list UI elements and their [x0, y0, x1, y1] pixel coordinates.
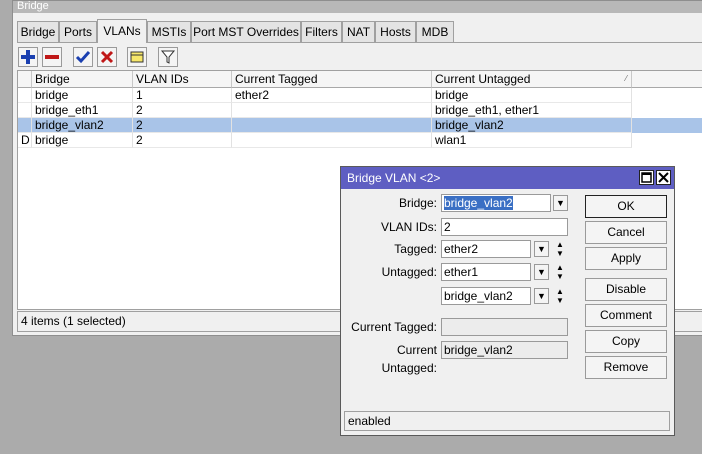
dialog-title: Bridge VLAN <2> — [347, 171, 441, 185]
untagged-select-2[interactable]: bridge_vlan2 — [441, 287, 531, 305]
remove-button[interactable]: Remove — [585, 356, 667, 379]
row-flag — [18, 103, 32, 118]
cell-vlan-ids: 1 — [133, 88, 232, 103]
vlan-ids-label: VLAN IDs: — [380, 220, 437, 234]
chevron-down-icon: ▼ — [537, 267, 546, 277]
cell-bridge: bridge — [32, 88, 133, 103]
comment-button[interactable]: Comment — [585, 304, 667, 327]
tagged-select[interactable]: ether2 — [441, 240, 531, 258]
tab-filters[interactable]: Filters — [301, 21, 342, 43]
filter-funnel-icon — [160, 50, 176, 64]
column-header-vlan-ids[interactable]: VLAN IDs — [133, 71, 232, 88]
cell-bridge: bridge_eth1 — [32, 103, 133, 118]
flag-column-header[interactable] — [18, 71, 32, 88]
cell-bridge: bridge_vlan2 — [32, 118, 133, 133]
window-title: Bridge — [13, 1, 702, 13]
row-flag: D — [18, 133, 32, 148]
chevron-down-icon: ▼ — [537, 244, 546, 254]
up-down-arrows-icon: ▲ ▼ — [556, 287, 564, 305]
tagged-label: Tagged: — [394, 242, 437, 256]
cancel-button[interactable]: Cancel — [585, 221, 667, 244]
cell-current-untagged: bridge_vlan2 — [432, 118, 632, 133]
enable-button[interactable] — [73, 47, 93, 67]
comment-note-icon — [130, 51, 144, 63]
add-icon — [21, 50, 35, 64]
untagged-label: Untagged: — [381, 265, 437, 279]
filter-button[interactable] — [158, 47, 178, 67]
tab-port-mst-overrides[interactable]: Port MST Overrides — [191, 21, 301, 43]
tab-bridge[interactable]: Bridge — [17, 21, 59, 43]
disable-x-icon — [100, 50, 114, 64]
maximize-button[interactable] — [639, 170, 654, 185]
untagged-2-dropdown-button[interactable]: ▼ — [534, 288, 549, 304]
cell-current-untagged: bridge — [432, 88, 632, 103]
add-button[interactable] — [18, 47, 38, 67]
column-header-current-untagged-label: Current Untagged — [435, 72, 531, 86]
bridge-label: Bridge: — [398, 196, 437, 210]
column-header-empty — [632, 71, 702, 88]
column-menu-icon: ⁄ — [625, 74, 627, 83]
table-row[interactable]: D bridge 2 wlan1 — [18, 133, 702, 148]
current-untagged-label: Current Untagged: — [381, 343, 437, 375]
enable-check-icon — [75, 51, 91, 64]
dialog-titlebar: Bridge VLAN <2> — [341, 167, 674, 189]
table-row-selected[interactable]: bridge_vlan2 2 bridge_vlan2 — [18, 118, 702, 133]
row-flag — [18, 118, 32, 133]
row-flag — [18, 88, 32, 103]
current-untagged-value: bridge_vlan2 — [441, 341, 568, 359]
cell-current-tagged — [232, 118, 432, 133]
bridge-select-value: bridge_vlan2 — [444, 196, 513, 210]
cell-current-untagged: wlan1 — [432, 133, 632, 148]
cell-vlan-ids: 2 — [133, 118, 232, 133]
column-header-current-untagged[interactable]: Current Untagged ⁄ — [432, 71, 632, 88]
current-tagged-value — [441, 318, 568, 336]
close-button[interactable] — [656, 170, 671, 185]
column-header-current-tagged[interactable]: Current Tagged — [232, 71, 432, 88]
untagged-1-add-remove-arrows[interactable]: ▲ ▼ — [554, 263, 566, 281]
untagged-2-add-remove-arrows[interactable]: ▲ ▼ — [554, 287, 566, 305]
dialog-status-bar: enabled — [344, 411, 670, 431]
maximize-icon — [641, 172, 652, 183]
chevron-down-icon: ▼ — [556, 198, 565, 208]
cell-current-tagged: ether2 — [232, 88, 432, 103]
disable-button[interactable]: Disable — [585, 278, 667, 301]
tab-vlans[interactable]: VLANs — [97, 19, 147, 43]
cell-current-tagged — [232, 133, 432, 148]
vlan-ids-input[interactable]: 2 — [441, 218, 568, 236]
apply-button[interactable]: Apply — [585, 247, 667, 270]
tab-mdb[interactable]: MDB — [416, 21, 454, 43]
cell-vlan-ids: 2 — [133, 103, 232, 118]
tab-ports[interactable]: Ports — [59, 21, 97, 43]
close-icon — [658, 172, 669, 183]
cell-current-tagged — [232, 103, 432, 118]
tab-mstis[interactable]: MSTIs — [147, 21, 191, 43]
remove-icon — [45, 55, 59, 59]
bridge-vlan-dialog: Bridge VLAN <2> Bridge: bridge_vlan2 ▼ V… — [340, 166, 675, 436]
untagged-select-1[interactable]: ether1 — [441, 263, 531, 281]
current-tagged-label: Current Tagged: — [351, 320, 437, 334]
remove-button[interactable] — [42, 47, 62, 67]
disable-button[interactable] — [97, 47, 117, 67]
up-down-arrows-icon: ▲ ▼ — [556, 263, 564, 281]
up-down-arrows-icon: ▲ ▼ — [556, 240, 564, 258]
tagged-dropdown-button[interactable]: ▼ — [534, 241, 549, 257]
chevron-down-icon: ▼ — [537, 291, 546, 301]
cell-vlan-ids: 2 — [133, 133, 232, 148]
tab-hosts[interactable]: Hosts — [375, 21, 416, 43]
table-row[interactable]: bridge_eth1 2 bridge_eth1, ether1 — [18, 103, 702, 118]
table-row[interactable]: bridge 1 ether2 bridge — [18, 88, 702, 103]
cell-bridge: bridge — [32, 133, 133, 148]
tab-nat[interactable]: NAT — [342, 21, 375, 43]
copy-button[interactable]: Copy — [585, 330, 667, 353]
tagged-add-remove-arrows[interactable]: ▲ ▼ — [554, 240, 566, 258]
untagged-1-dropdown-button[interactable]: ▼ — [534, 264, 549, 280]
bridge-dropdown-button[interactable]: ▼ — [553, 195, 568, 211]
bridge-select[interactable]: bridge_vlan2 — [441, 194, 551, 212]
cell-current-untagged: bridge_eth1, ether1 — [432, 103, 632, 118]
ok-button[interactable]: OK — [585, 195, 667, 218]
column-header-bridge[interactable]: Bridge — [32, 71, 133, 88]
comment-button[interactable] — [127, 47, 147, 67]
